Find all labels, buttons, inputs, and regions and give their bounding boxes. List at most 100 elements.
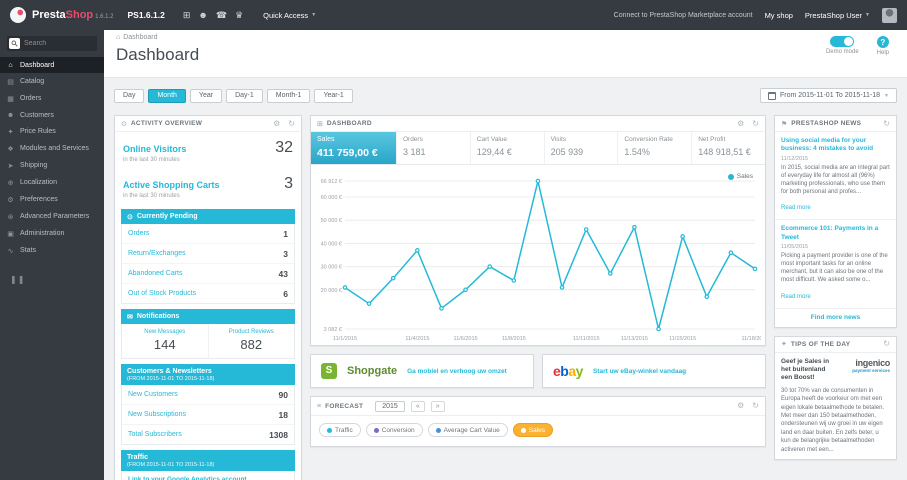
- sidebar-item-dashboard[interactable]: ⌂ Dashboard: [0, 57, 104, 73]
- help-control: ? Help: [877, 36, 889, 56]
- online-visitors-link[interactable]: Online Visitors: [123, 144, 186, 154]
- chevron-down-icon: ▼: [884, 92, 889, 99]
- quick-access-label: Quick Access: [263, 10, 309, 20]
- kpi-visits[interactable]: Visits 205 939: [545, 132, 619, 164]
- my-shop-link[interactable]: My shop: [765, 11, 793, 20]
- pill-average-cart-value[interactable]: Average Cart Value: [427, 423, 508, 437]
- support-icon[interactable]: ☎: [216, 10, 227, 20]
- product-reviews-cell[interactable]: Product Reviews 882: [207, 324, 295, 358]
- kpi-sales[interactable]: Sales 411 759,00 €: [311, 132, 397, 164]
- user-menu[interactable]: PrestaShop User ▼: [805, 11, 870, 20]
- orders-icon: ▦: [7, 95, 14, 103]
- refresh-icon[interactable]: ↻: [288, 119, 295, 128]
- employee-icon[interactable]: ☻: [198, 10, 207, 20]
- article-title-link[interactable]: Using social media for your business: 4 …: [781, 137, 890, 154]
- sidebar-item-preferences[interactable]: ⚙ Preferences: [0, 191, 104, 208]
- forecast-year[interactable]: 2015: [375, 400, 405, 412]
- prev-year-button[interactable]: «: [410, 400, 425, 412]
- lightbulb-icon: ✦: [781, 341, 787, 348]
- next-year-button[interactable]: »: [430, 400, 445, 412]
- sidebar-item-shipping[interactable]: ➤ Shipping: [0, 157, 104, 174]
- new-customers-link[interactable]: New Customers: [128, 391, 178, 398]
- ebay-promo: ebay Start uw eBay-winkel vandaag: [542, 354, 766, 388]
- article-title-link[interactable]: Ecommerce 101: Payments in a Tweet: [781, 225, 890, 242]
- breadcrumb[interactable]: ⌂ Dashboard: [116, 34, 157, 41]
- google-analytics-link[interactable]: Link to your Google Analytics account: [128, 476, 247, 480]
- search-input[interactable]: [20, 40, 97, 47]
- sidebar-item-advanced-parameters[interactable]: ⊛ Advanced Parameters: [0, 208, 104, 225]
- refresh-icon[interactable]: ↻: [752, 402, 759, 410]
- pill-conversion[interactable]: Conversion: [365, 423, 423, 437]
- sidebar-item-price-rules[interactable]: ✦ Price Rules: [0, 123, 104, 140]
- product-reviews-value: 882: [240, 337, 263, 352]
- new-messages-cell[interactable]: New Messages 144: [122, 324, 208, 358]
- shopgate-link[interactable]: Ga mobiel en verhoog uw omzet: [407, 368, 507, 375]
- abandoned-carts-link[interactable]: Abandoned Carts: [128, 270, 182, 277]
- tab-year-1[interactable]: Year-1: [314, 88, 353, 103]
- quick-access-menu[interactable]: Quick Access ▼: [263, 11, 316, 20]
- refresh-icon[interactable]: ↻: [752, 119, 759, 128]
- kpi-value: 411 759,00 €: [317, 147, 378, 159]
- gear-icon[interactable]: ⚙: [273, 119, 280, 128]
- pending-returns-link[interactable]: Return/Exchanges: [128, 250, 186, 257]
- gear-icon[interactable]: ⚙: [737, 402, 744, 410]
- sidebar: ⌂ Dashboard ▤ Catalog ▦ Orders ☻ Customers ✦…: [0, 30, 104, 480]
- pending-orders-link[interactable]: Orders: [128, 230, 149, 237]
- kpi-orders[interactable]: Orders 3 181: [397, 132, 471, 164]
- new-customers-value: 90: [278, 389, 288, 400]
- collapse-sidebar-icon[interactable]: ❚❚: [10, 275, 104, 284]
- prestashop-logo[interactable]: PrestaShop 1.6.1.2: [32, 9, 114, 21]
- tab-day[interactable]: Day: [114, 88, 145, 103]
- total-subscribers-link[interactable]: Total Subscribers: [128, 431, 182, 438]
- sidebar-item-label: Customers: [20, 111, 54, 119]
- help-icon[interactable]: ?: [876, 36, 889, 48]
- forecast-legend-pills: Traffic Conversion Average Cart Value Sa…: [311, 416, 765, 446]
- sales-chart-area: Sales 66 912 € 60 000 € 50 000 € 40 000 € 30…: [311, 165, 765, 345]
- logo-shop: Shop: [65, 9, 94, 21]
- read-more-link[interactable]: Read more: [781, 294, 811, 300]
- read-more-link[interactable]: Read more: [781, 205, 811, 211]
- kpi-net-profit[interactable]: Net Profit 148 918,51 €: [692, 132, 765, 164]
- sidebar-item-customers[interactable]: ☻ Customers: [0, 107, 104, 123]
- date-range-picker[interactable]: From 2015-11-01 To 2015-11-18 ▼: [760, 88, 897, 103]
- tab-year[interactable]: Year: [189, 88, 223, 103]
- gear-icon[interactable]: ⚙: [737, 119, 744, 128]
- section-title: Notifications: [136, 313, 180, 320]
- out-of-stock-link[interactable]: Out of Stock Products: [128, 290, 196, 297]
- lock-icon: ▣: [7, 230, 14, 238]
- ebay-link[interactable]: Start uw eBay-winkel vandaag: [593, 368, 686, 375]
- sidebar-item-stats[interactable]: ∿ Stats: [0, 242, 104, 259]
- kpi-cart-value[interactable]: Cart Value 129,44 €: [471, 132, 545, 164]
- pill-traffic[interactable]: Traffic: [319, 423, 361, 437]
- refresh-icon[interactable]: ↻: [883, 340, 890, 348]
- sidebar-item-orders[interactable]: ▦ Orders: [0, 90, 104, 107]
- topbar-icons: ⊞ ☻ ☎ ♛: [183, 10, 243, 20]
- new-subscriptions-link[interactable]: New Subscriptions: [128, 411, 186, 418]
- prestashop-news-panel: ⚑ PRESTASHOP NEWS ↻ Using social media f…: [774, 115, 897, 328]
- puzzle-icon: ❖: [7, 145, 14, 153]
- tab-month[interactable]: Month: [148, 88, 186, 103]
- active-carts-link[interactable]: Active Shopping Carts: [123, 180, 220, 190]
- abandoned-carts-value: 43: [278, 268, 288, 279]
- trophy-icon[interactable]: ♛: [235, 10, 243, 20]
- sidebar-item-modules[interactable]: ❖ Modules and Services: [0, 140, 104, 157]
- kpi-conversion-rate[interactable]: Conversion Rate 1.54%: [618, 132, 693, 164]
- list-item: Orders 1: [122, 224, 294, 244]
- marketplace-link[interactable]: Connect to PrestaShop Marketplace accoun…: [614, 12, 753, 19]
- find-more-news-link[interactable]: Find more news: [775, 309, 896, 327]
- cart-icon[interactable]: ⊞: [183, 10, 191, 20]
- sidebar-item-catalog[interactable]: ▤ Catalog: [0, 73, 104, 90]
- sidebar-item-administration[interactable]: ▣ Administration: [0, 225, 104, 242]
- pill-sales[interactable]: Sales: [512, 423, 553, 437]
- shop-name[interactable]: PS1.6.1.2: [128, 10, 165, 20]
- demo-mode-toggle[interactable]: [830, 36, 855, 47]
- avatar[interactable]: [882, 7, 897, 23]
- svg-text:11/15/2015: 11/15/2015: [669, 336, 696, 342]
- search-icon[interactable]: [9, 38, 20, 49]
- online-visitors-metric: Online Visitors 32: [115, 132, 301, 157]
- tab-month-1[interactable]: Month-1: [266, 88, 311, 103]
- refresh-icon[interactable]: ↻: [883, 119, 890, 128]
- tab-day-1[interactable]: Day-1: [226, 88, 263, 103]
- sidebar-item-localization[interactable]: ⊕ Localization: [0, 174, 104, 191]
- kpi-value: 148 918,51 €: [698, 147, 751, 157]
